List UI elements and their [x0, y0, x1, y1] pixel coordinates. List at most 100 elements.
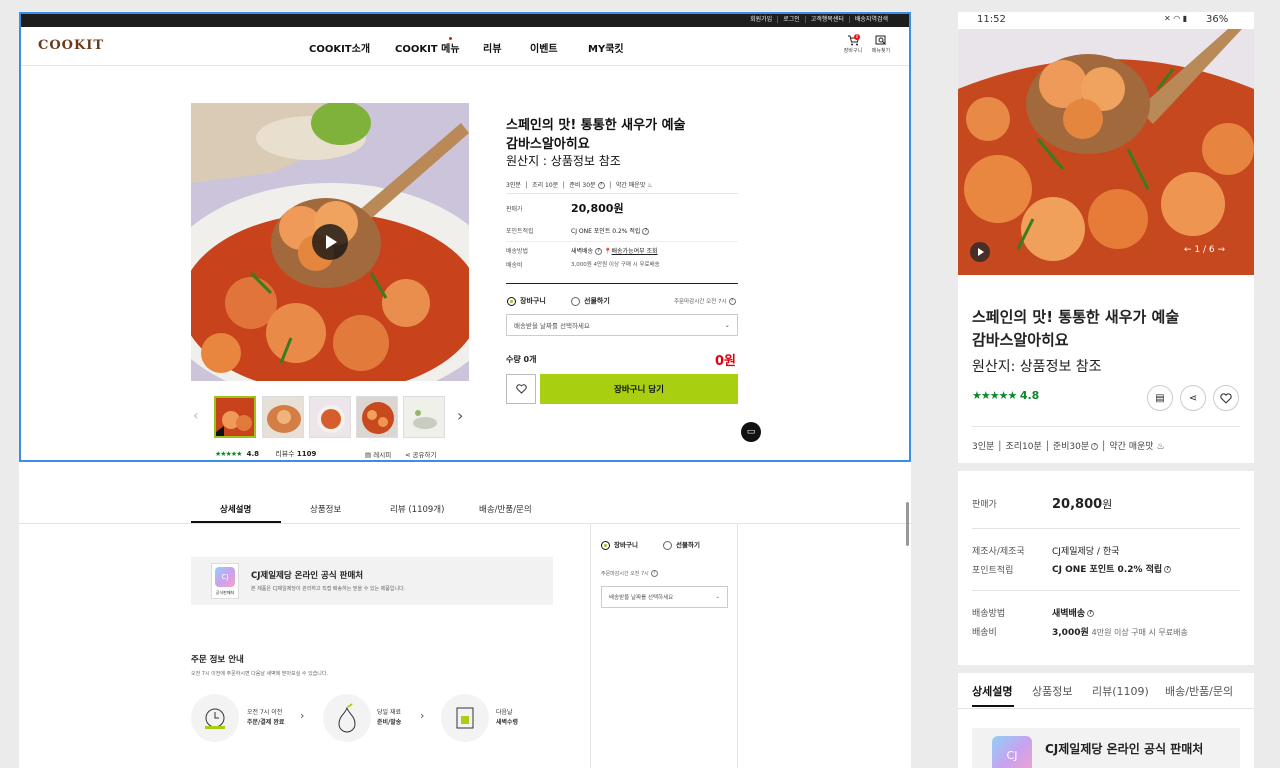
thumbnail-5[interactable] — [403, 396, 445, 438]
shipping-fee-label: 배송비 — [506, 262, 523, 269]
thumb-prev-arrow[interactable]: ‹ — [193, 408, 199, 424]
video-play-button[interactable] — [312, 224, 348, 260]
thumbnail-1[interactable] — [214, 396, 256, 438]
mobile-tab-detail[interactable]: 상세설명 — [972, 683, 1012, 699]
chat-icon[interactable]: ▭ — [741, 422, 761, 442]
sidebar-deadline-text: 주문마감시간 오전 7시 — [601, 571, 649, 577]
radio-cart-label: 장바구니 — [520, 297, 546, 305]
delivery-date-select[interactable]: 배송받을 날짜를 선택하세요 ⌄ — [506, 314, 738, 336]
help-icon[interactable]: ? — [728, 298, 736, 305]
step-line: 주문/결제 완료 — [247, 719, 285, 726]
cart-header-button[interactable]: 0 장바구니 — [842, 34, 864, 54]
tab-product-info[interactable]: 상품정보 — [310, 503, 341, 515]
wishlist-button[interactable] — [1213, 385, 1239, 411]
share-link[interactable]: ⋖ 공유하기 — [405, 449, 436, 459]
delivery-area-link[interactable]: 배송지역검색 — [848, 16, 893, 23]
seller-desc: 본 제품은 CJ제일제당이 관리하고 직접 배송하는 믿을 수 있는 제품입니다… — [251, 586, 406, 592]
menu-search-button[interactable]: 메뉴찾기 — [870, 35, 892, 54]
scrollbar-thumb[interactable] — [906, 502, 909, 546]
mobile-points-label: 포인트적립 — [972, 566, 1014, 576]
thumb-photo — [216, 398, 254, 436]
add-to-cart-button[interactable]: 장바구니 담기 — [540, 374, 738, 404]
help-icon[interactable]: ? — [1087, 610, 1095, 617]
radio-cart-option[interactable]: 장바구니 — [507, 296, 546, 306]
tab-divider — [958, 708, 1254, 709]
help-icon[interactable]: ? — [1091, 443, 1099, 450]
delivery-check-link[interactable]: 배송가능여부 조회 — [612, 248, 658, 255]
mobile-tab-product-info[interactable]: 상품정보 — [1032, 683, 1072, 699]
sidebar-date-select[interactable]: 배송받을 날짜를 선택하세요 ⌄ — [601, 586, 728, 608]
radio-button[interactable] — [571, 296, 580, 306]
arrow-right-icon[interactable]: → — [1218, 245, 1226, 255]
login-link[interactable]: 로그인 — [777, 16, 805, 23]
rating-stars: ★★★★★ — [215, 450, 242, 458]
mobile-tab-review[interactable]: 리뷰(1109) — [1092, 683, 1149, 699]
tab-detail[interactable]: 상세설명 — [220, 503, 251, 515]
help-icon[interactable]: ? — [650, 570, 658, 577]
quantity-label: 수량 0개 — [506, 355, 537, 364]
active-tab-underline — [972, 705, 1014, 707]
delivery-method: 새벽배송? 📍배송가능여부 조회 — [571, 246, 658, 255]
chevron-right-icon: › — [420, 709, 425, 722]
sidebar-radio-gift[interactable]: 선물하기 — [663, 539, 700, 550]
mobile-fee: 3,000원 4만원 이상 구매 시 무료배송 — [1052, 625, 1188, 638]
help-icon[interactable]: ? — [597, 182, 605, 189]
wishlist-button[interactable] — [506, 374, 536, 404]
radio-button[interactable] — [507, 296, 516, 306]
shipping-fee: 3,000원 4만원 이상 구매 시 무료배송 — [571, 262, 660, 268]
rating-row: ★★★★★ 4.8 리뷰수 1109 — [215, 449, 316, 459]
radio-button[interactable] — [663, 540, 672, 550]
sidebar-radio-cart[interactable]: 장바구니 — [601, 539, 638, 550]
order-deadline: 주문마감시간 오전 7시? — [674, 297, 736, 305]
review-count[interactable]: 1109 — [297, 450, 316, 458]
mobile-meta: 3인분 │ 조리10분 │ 준비30분? │ 약간 매운맛 ♨ — [972, 442, 1165, 452]
help-icon[interactable]: ? — [595, 248, 603, 255]
logo[interactable]: COOKIT — [38, 38, 104, 53]
active-tab-underline — [191, 521, 281, 523]
mobile-tab-shipping[interactable]: 배송/반품/문의 — [1165, 683, 1233, 699]
tab-review[interactable]: 리뷰 (1109개) — [390, 503, 444, 515]
tab-shipping[interactable]: 배송/반품/문의 — [479, 503, 532, 515]
radio-gift-option[interactable]: 선물하기 — [571, 296, 610, 306]
nav-review[interactable]: 리뷰 — [483, 40, 501, 55]
recipe-icon: ▤ — [365, 451, 372, 459]
seller-title: CJ제일제당 온라인 공식 판매처 — [251, 571, 364, 581]
product-meta: 3인분 │ 조리 10분 │ 준비 30분? │ 약간 매운맛 ♨ — [506, 182, 653, 189]
location-icon: 📍 — [604, 248, 612, 255]
tab-divider — [19, 523, 911, 524]
step-line: 준비/발송 — [377, 719, 402, 726]
new-dot — [449, 37, 452, 40]
step-clock-icon — [191, 694, 239, 742]
radio-button[interactable] — [601, 540, 610, 550]
nav-cookit-menu[interactable]: COOKIT 메뉴 — [395, 40, 460, 55]
rating-stars: ★★★★★ — [972, 389, 1017, 402]
mobile-product-image[interactable]: ← 1 / 6 → — [958, 29, 1254, 275]
share-label: 공유하기 — [412, 451, 437, 459]
step-2-text: 당일 재료 준비/발송 — [377, 708, 401, 728]
help-icon[interactable]: ? — [1164, 566, 1172, 573]
meta-spice: 약간 매운맛 — [615, 182, 646, 189]
main-header: COOKIT COOKIT소개 COOKIT 메뉴 리뷰 이벤트 MY쿡킷 0 … — [19, 27, 911, 66]
share-icon: ⋖ — [405, 451, 411, 459]
mobile-title-line1: 스페인의 맛! 통통한 새우가 예술 — [972, 308, 1180, 326]
customer-center-link[interactable]: 고객행복센터 — [804, 16, 849, 23]
thumb-next-arrow[interactable]: › — [457, 406, 463, 425]
share-button[interactable]: ⋖ — [1180, 385, 1206, 411]
nav-cookit-intro[interactable]: COOKIT소개 — [309, 40, 370, 55]
image-pager: ← 1 / 6 → — [1184, 245, 1225, 255]
help-icon[interactable]: ? — [642, 228, 650, 235]
video-play-button[interactable] — [970, 242, 990, 262]
sticky-order-sidebar: 장바구니 선물하기 주문마감시간 오전 7시? 배송받을 날짜를 선택하세요 ⌄ — [590, 524, 738, 768]
recipe-link[interactable]: ▤ 레시피 — [365, 449, 391, 459]
divider — [506, 193, 738, 194]
arrow-left-icon[interactable]: ← — [1184, 245, 1192, 255]
thumbnail-3[interactable] — [309, 396, 351, 438]
nav-my-cookit[interactable]: MY쿡킷 — [588, 40, 624, 55]
recipe-icon: ▤ — [1155, 392, 1165, 404]
thumbnail-4[interactable] — [356, 396, 398, 438]
signup-link[interactable]: 회원가입 — [745, 16, 777, 23]
nav-event[interactable]: 이벤트 — [530, 40, 558, 55]
thumbnail-2[interactable] — [262, 396, 304, 438]
product-main-image[interactable] — [191, 103, 469, 381]
recipe-button[interactable]: ▤ — [1147, 385, 1173, 411]
